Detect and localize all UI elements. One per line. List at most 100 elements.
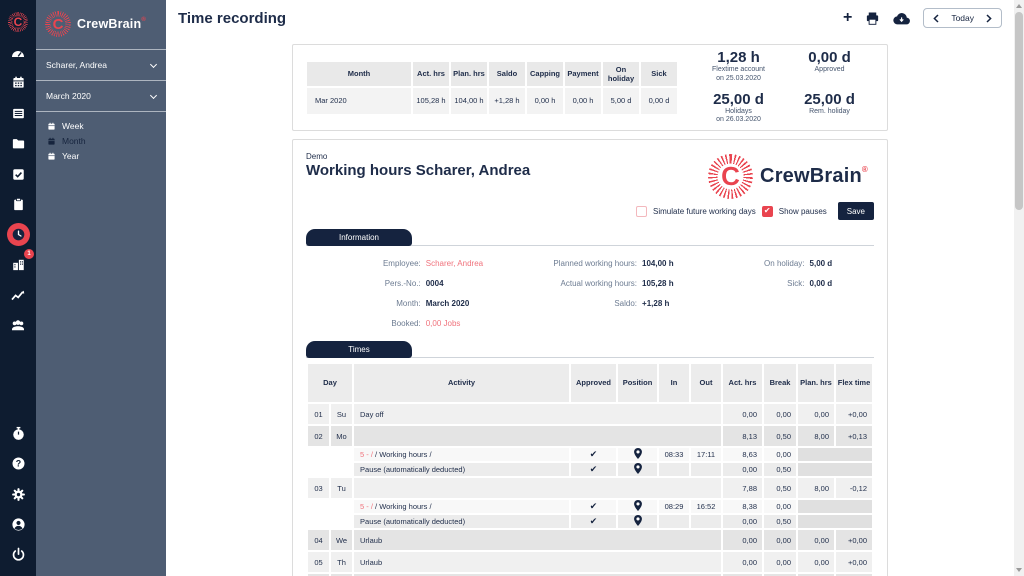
print-icon[interactable]	[865, 11, 880, 26]
settings-gear-icon[interactable]	[6, 482, 30, 506]
calendar-icon[interactable]	[6, 71, 30, 95]
period-select[interactable]: March 2020	[36, 81, 166, 111]
info-field: Month:March 2020	[306, 299, 536, 308]
info-label: Month:	[306, 299, 426, 308]
company-icon[interactable]: 1	[6, 252, 30, 276]
day-act-hrs: 0,00	[723, 552, 762, 572]
schedule-list-icon[interactable]	[6, 101, 30, 125]
svg-text:?: ?	[15, 459, 20, 469]
times-day-row-01[interactable]: 01SuDay off0,000,000,00+0,00	[308, 404, 872, 424]
calendar-mini-icon	[47, 137, 56, 146]
approved-check[interactable]: ✔	[571, 448, 616, 461]
approved-check[interactable]: ✔	[571, 515, 616, 528]
info-field: Sick:0,00 d	[740, 279, 874, 288]
times-col-header: Out	[691, 364, 721, 402]
statistics-icon[interactable]	[6, 283, 30, 307]
times-detail-row[interactable]: Pause (automatically deducted)✔0,000,50	[308, 463, 872, 476]
info-value[interactable]: Scharer, Andrea	[426, 259, 483, 268]
position-pin[interactable]	[618, 448, 657, 461]
sidebar-view-month[interactable]: Month	[47, 136, 155, 146]
summary-cell: 5,00 d	[603, 88, 639, 114]
detail-activity-prefix: 5 - /	[360, 502, 373, 511]
day-weekday: Tu	[331, 478, 352, 498]
times-detail-row[interactable]: 5 - / / Working hours /✔08:3317:118,630,…	[308, 448, 872, 461]
times-col-header: Activity	[354, 364, 569, 402]
dashboard-icon[interactable]	[6, 41, 30, 65]
day-plan-hrs: 0,00	[798, 404, 834, 424]
times-day-row-02[interactable]: 02Mo8,130,508,00+0,13	[308, 426, 872, 446]
crew-users-icon[interactable]	[6, 313, 30, 337]
detail-activity[interactable]: 5 - / / Working hours /	[354, 500, 569, 513]
simulate-label[interactable]: Simulate future working days	[653, 207, 756, 216]
approved-check[interactable]: ✔	[571, 463, 616, 476]
add-entry-icon[interactable]: +	[843, 10, 852, 26]
employee-select[interactable]: Scharer, Andrea	[36, 50, 166, 80]
info-field: Pers.-No.:0004	[306, 279, 536, 288]
show-pauses-checkbox[interactable]: ✔	[762, 206, 773, 217]
position-pin[interactable]	[618, 463, 657, 476]
today-button[interactable]: Today	[951, 13, 974, 23]
chevron-down-icon	[150, 91, 157, 98]
times-day-row-03[interactable]: 03Tu7,880,508,00-0,12	[308, 478, 872, 498]
day-break: 0,50	[764, 426, 796, 446]
stopwatch-icon[interactable]	[6, 421, 30, 445]
check-icon: ✔	[590, 449, 598, 459]
info-value: 104,00 h	[642, 259, 674, 268]
show-pauses-label[interactable]: Show pauses	[779, 207, 827, 216]
time-out: 16:52	[691, 500, 721, 513]
day-activity	[354, 478, 721, 498]
scroll-down-icon[interactable]	[1016, 568, 1022, 572]
times-detail-row[interactable]: Pause (automatically deducted)✔0,000,50	[308, 515, 872, 528]
info-value[interactable]: 0,00 Jobs	[426, 319, 461, 328]
divider	[36, 49, 166, 50]
approved-check[interactable]: ✔	[571, 500, 616, 513]
logout-power-icon[interactable]	[6, 543, 30, 567]
crewbrain-home-icon[interactable]: C	[6, 10, 30, 34]
times-day-row-04[interactable]: 04WeUrlaub0,000,000,00+0,00	[308, 530, 872, 550]
scroll-up-icon[interactable]	[1016, 4, 1022, 8]
detail-activity[interactable]: 5 - / / Working hours /	[354, 448, 569, 461]
save-button[interactable]: Save	[838, 202, 874, 220]
times-tabrow: Times	[306, 341, 874, 358]
chevron-left-icon[interactable]	[933, 14, 939, 23]
view-label: Month	[62, 136, 86, 146]
summary-month-row[interactable]: Mar 2020105,28 h104,00 h+1,28 h0,00 h0,0…	[307, 88, 677, 114]
stat-value: 1,28 h	[693, 50, 784, 66]
sidebar-brand[interactable]: C CrewBrain®	[36, 0, 166, 49]
detail-activity[interactable]: Pause (automatically deducted)	[354, 515, 569, 528]
projects-folder-icon[interactable]	[6, 132, 30, 156]
account-user-icon[interactable]	[6, 512, 30, 536]
help-icon[interactable]: ?	[6, 452, 30, 476]
divider	[36, 80, 166, 81]
simulate-checkbox[interactable]	[636, 206, 647, 217]
scrollbar-thumb[interactable]	[1015, 12, 1023, 210]
times-col-header: Act. hrs	[723, 364, 762, 402]
times-day-row-05[interactable]: 05ThUrlaub0,000,000,00+0,00	[308, 552, 872, 572]
sidebar-view-year[interactable]: Year	[47, 151, 155, 161]
day-plan-hrs: 8,00	[798, 478, 834, 498]
time-recording-icon[interactable]	[7, 223, 30, 246]
vertical-scrollbar[interactable]	[1014, 0, 1024, 576]
check-icon: ✔	[590, 464, 598, 474]
tab-times[interactable]: Times	[306, 341, 412, 358]
info-field: Actual working hours:105,28 h	[536, 279, 739, 288]
sidebar-view-week[interactable]: Week	[47, 121, 155, 131]
tasks-check-icon[interactable]	[6, 162, 30, 186]
clipboard-icon[interactable]	[6, 192, 30, 216]
crewbrain-logo: C CrewBrain®	[708, 154, 868, 199]
times-detail-row[interactable]: 5 - / / Working hours /✔08:2916:528,380,…	[308, 500, 872, 513]
day-flex-time: +0,00	[836, 552, 872, 572]
position-pin[interactable]	[618, 500, 657, 513]
chevron-right-icon[interactable]	[986, 14, 992, 23]
summary-col-header: Month	[307, 62, 411, 86]
stat-block: 1,28 hFlextime accounton 25.03.2020	[693, 50, 784, 83]
tab-information[interactable]: Information	[306, 229, 412, 246]
summary-col-header: Act. hrs	[413, 62, 449, 86]
stat-label: Flextime account	[693, 66, 784, 74]
cloud-export-icon[interactable]	[893, 12, 910, 25]
position-pin[interactable]	[618, 515, 657, 528]
check-icon: ✔	[590, 501, 598, 511]
view-label: Year	[62, 151, 79, 161]
info-column: Planned working hours:104,00 hActual wor…	[536, 259, 739, 328]
detail-activity[interactable]: Pause (automatically deducted)	[354, 463, 569, 476]
